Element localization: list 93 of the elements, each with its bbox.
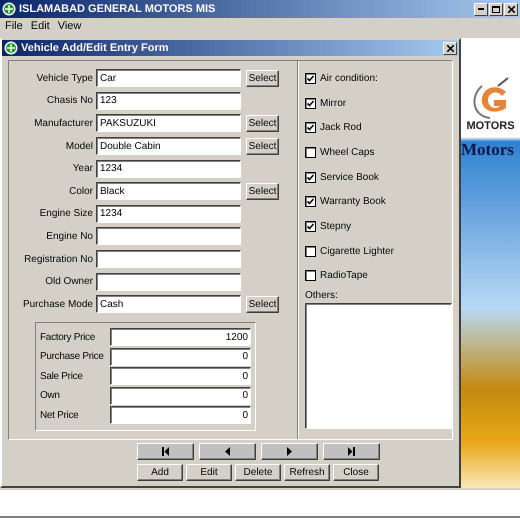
previous-record-button[interactable] [199,443,256,460]
price-field[interactable]: 0 [110,386,251,405]
check-mark-icon [307,100,314,107]
maximize-button[interactable] [489,2,503,16]
text-field[interactable]: Cash [96,295,241,314]
close-icon [508,6,514,12]
minimize-icon [478,8,484,10]
checkbox[interactable] [305,196,316,208]
field-label: Manufacturer [33,118,94,129]
checkbox[interactable] [305,270,316,282]
maximize-icon [492,6,500,12]
price-field[interactable]: 0 [110,406,251,424]
text-field[interactable]: PAKSUZUKI [96,114,241,132]
text-field[interactable] [96,250,241,268]
app-icon [4,41,18,55]
action-button[interactable]: Delete [235,464,281,481]
form-close-button[interactable] [443,42,457,54]
check-mark-icon [307,174,314,181]
field-label: Purchase Mode [22,298,94,310]
first-record-button[interactable] [137,443,194,460]
window-title: ISLAMABAD GENERAL MOTORS MIS [19,3,216,15]
checkbox-label: Cigarette Lighter [320,246,394,257]
checkbox[interactable] [305,98,316,109]
field-label: Model [64,140,94,152]
price-label: Own [40,390,61,402]
select-button[interactable]: Select [246,182,279,200]
checkbox-label: Stepny [320,220,352,232]
app-icon [2,2,16,16]
price-field[interactable]: 0 [110,367,251,386]
price-label: Sale Price [40,370,84,382]
checkbox-label: Mirror [320,98,346,109]
action-button[interactable]: Close [333,464,379,481]
field-label: Old Owner [44,276,94,288]
select-button[interactable]: Select [246,138,279,155]
text-field[interactable]: 1234 [96,204,241,223]
action-button[interactable]: Refresh [284,464,330,481]
price-label: Factory Price [40,332,96,343]
text-field[interactable]: Car [96,69,241,88]
menu-item[interactable]: File [5,20,23,32]
text-field[interactable] [96,227,241,246]
next-record-button[interactable] [261,443,318,460]
check-mark-icon [307,222,314,230]
checkbox-label: RadioTape [320,270,368,282]
text-field[interactable]: 123 [96,92,241,110]
field-label: Engine No [45,230,94,242]
field-label: Year [72,163,94,174]
background-caption: Motors [461,140,515,160]
text-field[interactable] [96,272,241,291]
action-button[interactable]: Edit [186,464,232,481]
price-field[interactable]: 0 [110,348,251,366]
price-label: Net Price [40,410,80,421]
checkbox[interactable] [305,172,316,183]
checkbox-label: Service Book [320,172,379,183]
close-icon [446,44,454,52]
previous-record-icon [225,447,230,456]
text-field[interactable]: 1234 [96,160,241,178]
logo-text: MOTORS [466,120,515,132]
close-button[interactable] [504,2,518,16]
check-mark-icon [307,74,314,82]
text-field[interactable]: Double Cabin [96,137,241,156]
field-label: Color [68,186,94,197]
others-label: Others: [305,290,339,302]
checkbox[interactable] [305,246,316,257]
minimize-button[interactable] [474,2,488,16]
last-record-button[interactable] [323,443,380,460]
others-text-area[interactable] [305,303,452,430]
checkbox[interactable] [305,122,316,134]
field-label: Vehicle Type [35,72,94,84]
checkbox-label: Air condition: [320,72,378,84]
checkbox[interactable] [305,220,316,232]
field-label: Registration No [23,254,94,265]
action-button[interactable]: Add [137,464,183,481]
select-button[interactable]: Select [246,114,279,132]
field-label: Engine Size [38,208,94,220]
checkbox-label: Wheel Caps [320,146,374,158]
last-record-icon [348,447,355,456]
checkbox[interactable] [305,72,316,84]
checkbox-label: Warranty Book [320,196,386,208]
checkbox[interactable] [305,146,316,158]
menu-item[interactable]: View [58,20,82,32]
next-record-icon [287,447,292,456]
select-button[interactable]: Select [246,70,279,87]
check-mark-icon [307,198,314,206]
check-mark-icon [307,124,314,132]
price-label: Purchase Price [40,351,105,362]
menu-item[interactable]: Edit [30,20,50,32]
text-field[interactable]: Black [96,182,241,200]
first-record-icon [162,447,169,456]
price-field[interactable]: 1200 [110,328,251,346]
form-title: Vehicle Add/Edit Entry Form [21,42,170,54]
select-button[interactable]: Select [246,296,279,313]
checkbox-label: Jack Rod [320,122,362,134]
field-label: Chasis No [46,95,94,106]
